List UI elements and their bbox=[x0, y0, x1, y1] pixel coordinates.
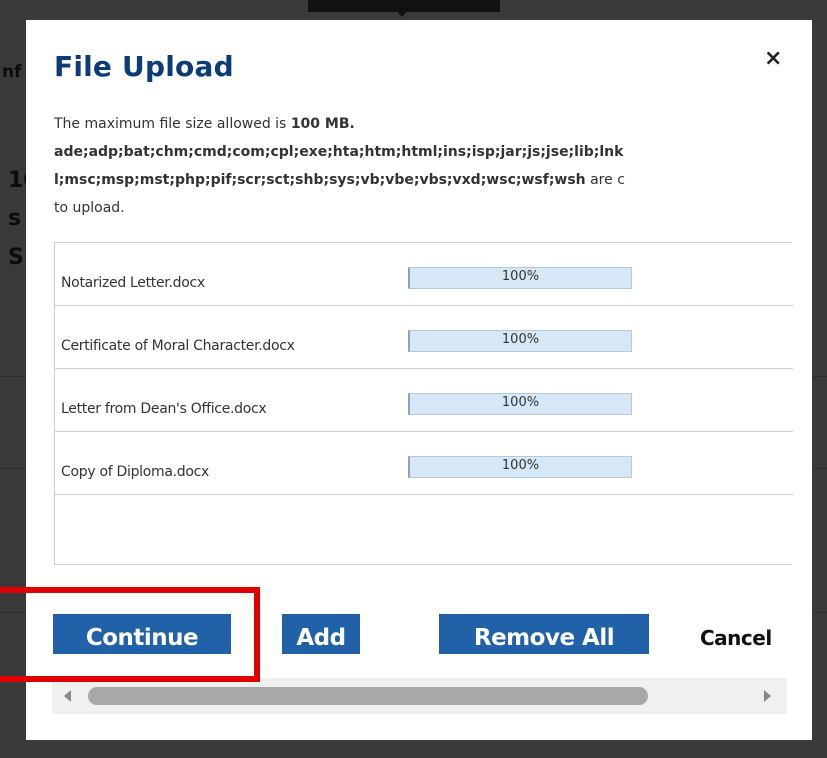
upload-progress-label: 100% bbox=[501, 395, 540, 410]
upload-progress-label: 100% bbox=[501, 458, 540, 473]
blocked-extensions: ade;adp;bat;chm;cmd;com;cpl;exe;hta;htm;… bbox=[54, 144, 624, 160]
max-size-line: The maximum file size allowed is 100 MB. bbox=[54, 110, 812, 138]
scroll-right-arrow-icon[interactable] bbox=[764, 690, 771, 702]
file-row: Letter from Dean's Office.docx 100% bbox=[55, 369, 793, 432]
background-text-fragment: s bbox=[8, 206, 22, 231]
background-tooltip-arrow bbox=[395, 9, 409, 17]
background-text-fragment: nf bbox=[2, 62, 22, 82]
upload-progress-bar: 100% bbox=[408, 456, 632, 478]
scrollbar-thumb[interactable] bbox=[88, 687, 648, 705]
add-button[interactable]: Add bbox=[282, 614, 360, 654]
file-row: Notarized Letter.docx 100% bbox=[55, 243, 793, 306]
scroll-left-arrow-icon[interactable] bbox=[64, 690, 71, 702]
blocked-extensions-line-2: l;msc;msp;mst;php;pif;scr;sct;shb;sys;vb… bbox=[54, 166, 812, 194]
file-name: Letter from Dean's Office.docx bbox=[61, 401, 267, 417]
horizontal-scrollbar[interactable] bbox=[52, 678, 787, 714]
file-name: Notarized Letter.docx bbox=[61, 275, 205, 291]
dialog-title: File Upload bbox=[54, 50, 234, 83]
upload-progress-bar: 100% bbox=[408, 330, 632, 352]
continue-button-highlight bbox=[0, 587, 260, 682]
max-size-label: The maximum file size allowed is bbox=[54, 116, 287, 132]
file-row: Certificate of Moral Character.docx 100% bbox=[55, 306, 793, 369]
blocked-extensions-line-1: ade;adp;bat;chm;cmd;com;cpl;exe;hta;htm;… bbox=[54, 138, 812, 166]
cancel-button[interactable]: Cancel bbox=[700, 626, 772, 650]
background-text-fragment: S bbox=[8, 245, 24, 270]
upload-progress-bar: 100% bbox=[408, 267, 632, 289]
file-name: Certificate of Moral Character.docx bbox=[61, 338, 295, 354]
upload-progress-label: 100% bbox=[501, 332, 540, 347]
remove-all-button[interactable]: Remove All bbox=[439, 614, 649, 654]
file-row: Copy of Diploma.docx 100% bbox=[55, 432, 793, 495]
file-list: Notarized Letter.docx 100% Certificate o… bbox=[54, 242, 793, 565]
close-icon[interactable]: × bbox=[764, 48, 782, 70]
upload-progress-label: 100% bbox=[501, 269, 540, 284]
file-name: Copy of Diploma.docx bbox=[61, 464, 210, 480]
max-size-value: 100 MB. bbox=[290, 116, 355, 132]
upload-instructions: The maximum file size allowed is 100 MB.… bbox=[54, 110, 812, 222]
upload-note: to upload. bbox=[54, 200, 125, 216]
upload-progress-bar: 100% bbox=[408, 393, 632, 415]
blocked-extensions-suffix: are c bbox=[585, 172, 625, 188]
blocked-extensions: l;msc;msp;mst;php;pif;scr;sct;shb;sys;vb… bbox=[54, 172, 586, 188]
